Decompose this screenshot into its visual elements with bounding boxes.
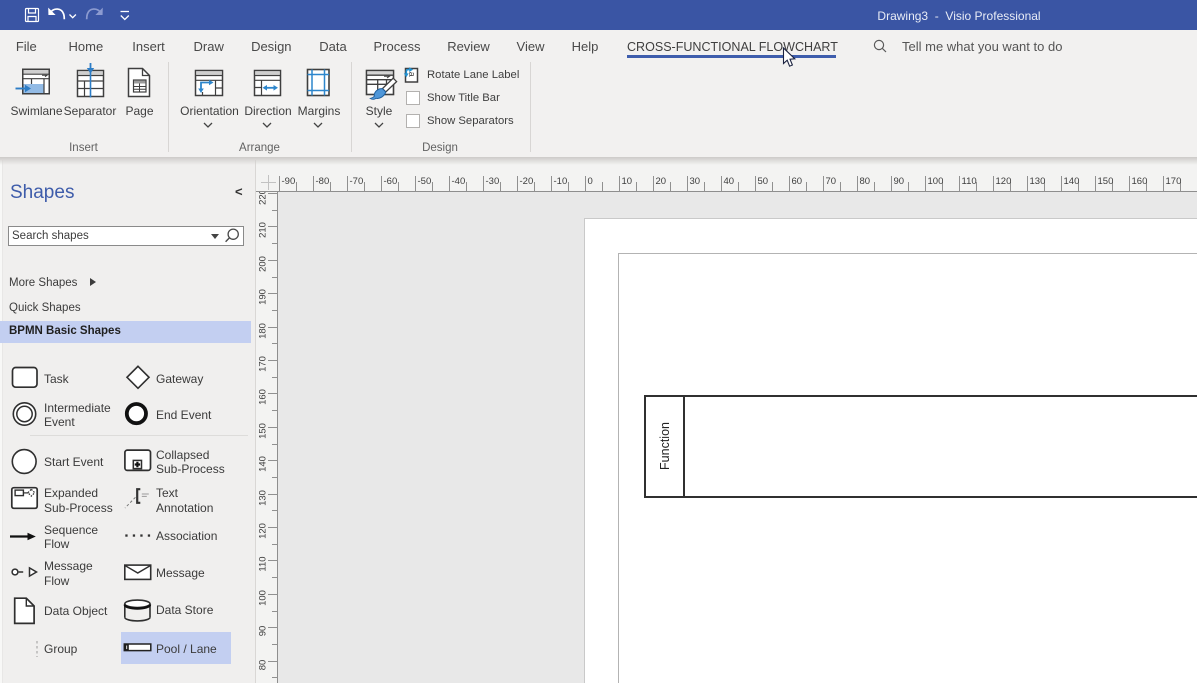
svg-text:a: a: [407, 72, 417, 77]
